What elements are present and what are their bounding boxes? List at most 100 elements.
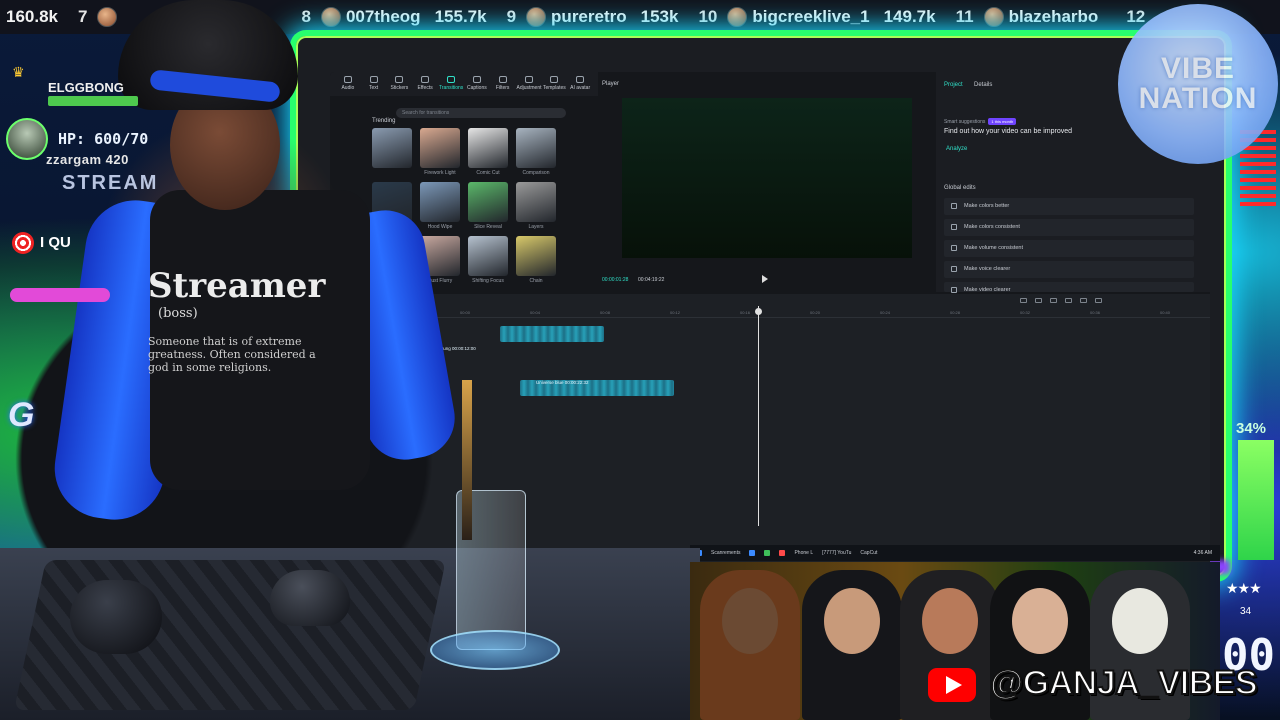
shirt-definition: Someone that is of extreme greatness. Of… (148, 335, 316, 374)
tool-ai-avatar[interactable]: AI avatar (568, 76, 592, 92)
taskbar-item[interactable]: CapCut (860, 550, 877, 556)
app-icon[interactable] (779, 550, 786, 556)
tool-label: AI avatar (570, 85, 591, 91)
taskbar-item[interactable]: Scanrements (711, 550, 740, 556)
global-edits-heading: Global edits (944, 185, 976, 191)
viewer-name: zzargam 420 (46, 152, 129, 167)
shirt-print: Streamer (boss) Someone that is of extre… (148, 266, 328, 374)
transition-thumbnail[interactable] (372, 128, 412, 168)
goal-percent: 34% (1236, 420, 1267, 437)
playhead-handle[interactable] (755, 308, 762, 315)
ruler-tick: 00:20 (810, 310, 821, 315)
global-edit-item[interactable]: Make voice clearer (944, 261, 1194, 278)
ticker-rank: 9 (506, 7, 517, 26)
ticker-username: bigcreeklive_1 (752, 7, 870, 26)
app-icon[interactable] (764, 550, 771, 556)
global-edit-item[interactable]: Make colors consistent (944, 219, 1194, 236)
transition-thumbnail[interactable] (516, 128, 556, 168)
ticker-username: blazeharbo (1008, 7, 1099, 26)
zoom-in-icon[interactable] (1080, 298, 1087, 303)
transition-thumbnail[interactable] (468, 236, 508, 276)
total-time: 00:04:19:22 (638, 277, 665, 283)
tool-transitions[interactable]: Transitions (439, 76, 463, 92)
transition-thumbnail[interactable] (516, 182, 556, 222)
bong-stem (462, 380, 472, 540)
taskbar-item[interactable]: [7777] YouTu (822, 550, 851, 556)
ruler-tick: 00:04 (530, 310, 541, 315)
side-counter: 34 (1240, 606, 1252, 617)
tool-label: Audio (341, 85, 355, 91)
playhead[interactable] (758, 306, 759, 526)
transition-thumbnail[interactable] (420, 128, 460, 168)
sticker-icon (395, 76, 404, 83)
wand-icon (951, 203, 957, 209)
transition-search-input[interactable]: Search for transitions (396, 108, 566, 118)
global-edit-label: Make video clearer (964, 287, 1011, 293)
tool-filters[interactable]: Filters (491, 76, 515, 92)
hp-value: HP: 600/70 (58, 130, 149, 148)
user-avatar (97, 7, 118, 27)
ruler-tick: 00:36 (1090, 310, 1101, 315)
current-time: 00:00:01:28 (602, 277, 629, 283)
captions-icon (472, 76, 481, 83)
settings-icon[interactable] (1095, 298, 1102, 303)
taskbar-item[interactable]: Phone L (794, 550, 813, 556)
character-face (1012, 588, 1068, 654)
ruler-tick: 00:32 (1020, 310, 1031, 315)
tool-text[interactable]: Text (362, 76, 386, 92)
transition-thumbnail[interactable] (468, 128, 508, 168)
global-edit-item[interactable]: Make volume consistent (944, 240, 1194, 257)
character-face (824, 588, 880, 654)
transition-label: Firework Light (424, 170, 456, 176)
ruler-tick: 00:08 (600, 310, 611, 315)
hd-icon (951, 287, 957, 293)
tool-label: Captions (467, 85, 487, 91)
ruler-tick: 00:24 (880, 310, 891, 315)
transition-label: Layers (528, 224, 544, 230)
tool-audio[interactable]: Audio (336, 76, 360, 92)
tool-captions[interactable]: Captions (465, 76, 489, 92)
app-icon[interactable] (749, 550, 756, 556)
ruler-tick: 00:28 (950, 310, 961, 315)
shirt-subtitle: (boss) (158, 306, 198, 321)
ticker-item: 9 pureretro 153k (499, 7, 685, 27)
global-edit-item[interactable]: Make video clearer (944, 282, 1194, 293)
tool-label: Effects (417, 85, 433, 91)
user-avatar (983, 7, 1004, 27)
ruler-tick: 00:12 (670, 310, 681, 315)
tool-templates[interactable]: Templates (543, 76, 567, 92)
ticker-rank: 12 (1126, 7, 1146, 26)
tool-label: Templates (542, 85, 566, 91)
youtube-handle: @GANJA_VIBES (989, 663, 1259, 703)
progress-bar (10, 288, 110, 302)
tool-stickers[interactable]: Stickers (388, 76, 412, 92)
taskbar-clock: 4:36 AM (1193, 550, 1212, 556)
video-player[interactable] (622, 98, 912, 258)
timeline-clip[interactable] (500, 326, 604, 342)
global-edit-item[interactable]: Make colors better (944, 198, 1194, 215)
global-edit-label: Make voice clearer (964, 266, 1011, 272)
analyze-button[interactable]: Analyze (946, 146, 967, 152)
zoom-out-icon[interactable] (1065, 298, 1072, 303)
user-avatar (320, 7, 341, 27)
tool-adjustment[interactable]: Adjustment (516, 76, 542, 92)
transition-label: Comic Cut (476, 170, 500, 176)
transition-thumbnail[interactable] (468, 182, 508, 222)
tab-details[interactable]: Details (974, 82, 992, 88)
tool-label: Adjustment (516, 85, 542, 91)
transition-thumbnail[interactable] (420, 182, 460, 222)
tab-project[interactable]: Project (944, 82, 963, 88)
top-user-name: ELGGBONG (48, 80, 124, 95)
ruler-tick: 00:40 (1160, 310, 1171, 315)
global-edit-label: Make colors consistent (964, 224, 1020, 230)
filter-icon (498, 76, 507, 83)
play-icon[interactable] (762, 275, 768, 283)
ticker-item: 10 bigcreeklive_1 149.7k (690, 7, 941, 27)
split-icon[interactable] (1035, 298, 1042, 303)
mic-icon[interactable] (1020, 298, 1027, 303)
character-face (922, 588, 978, 654)
tool-label: Stickers (390, 85, 409, 91)
tool-effects[interactable]: Effects (413, 76, 437, 92)
transition-thumbnail[interactable] (516, 236, 556, 276)
link-icon[interactable] (1050, 298, 1057, 303)
